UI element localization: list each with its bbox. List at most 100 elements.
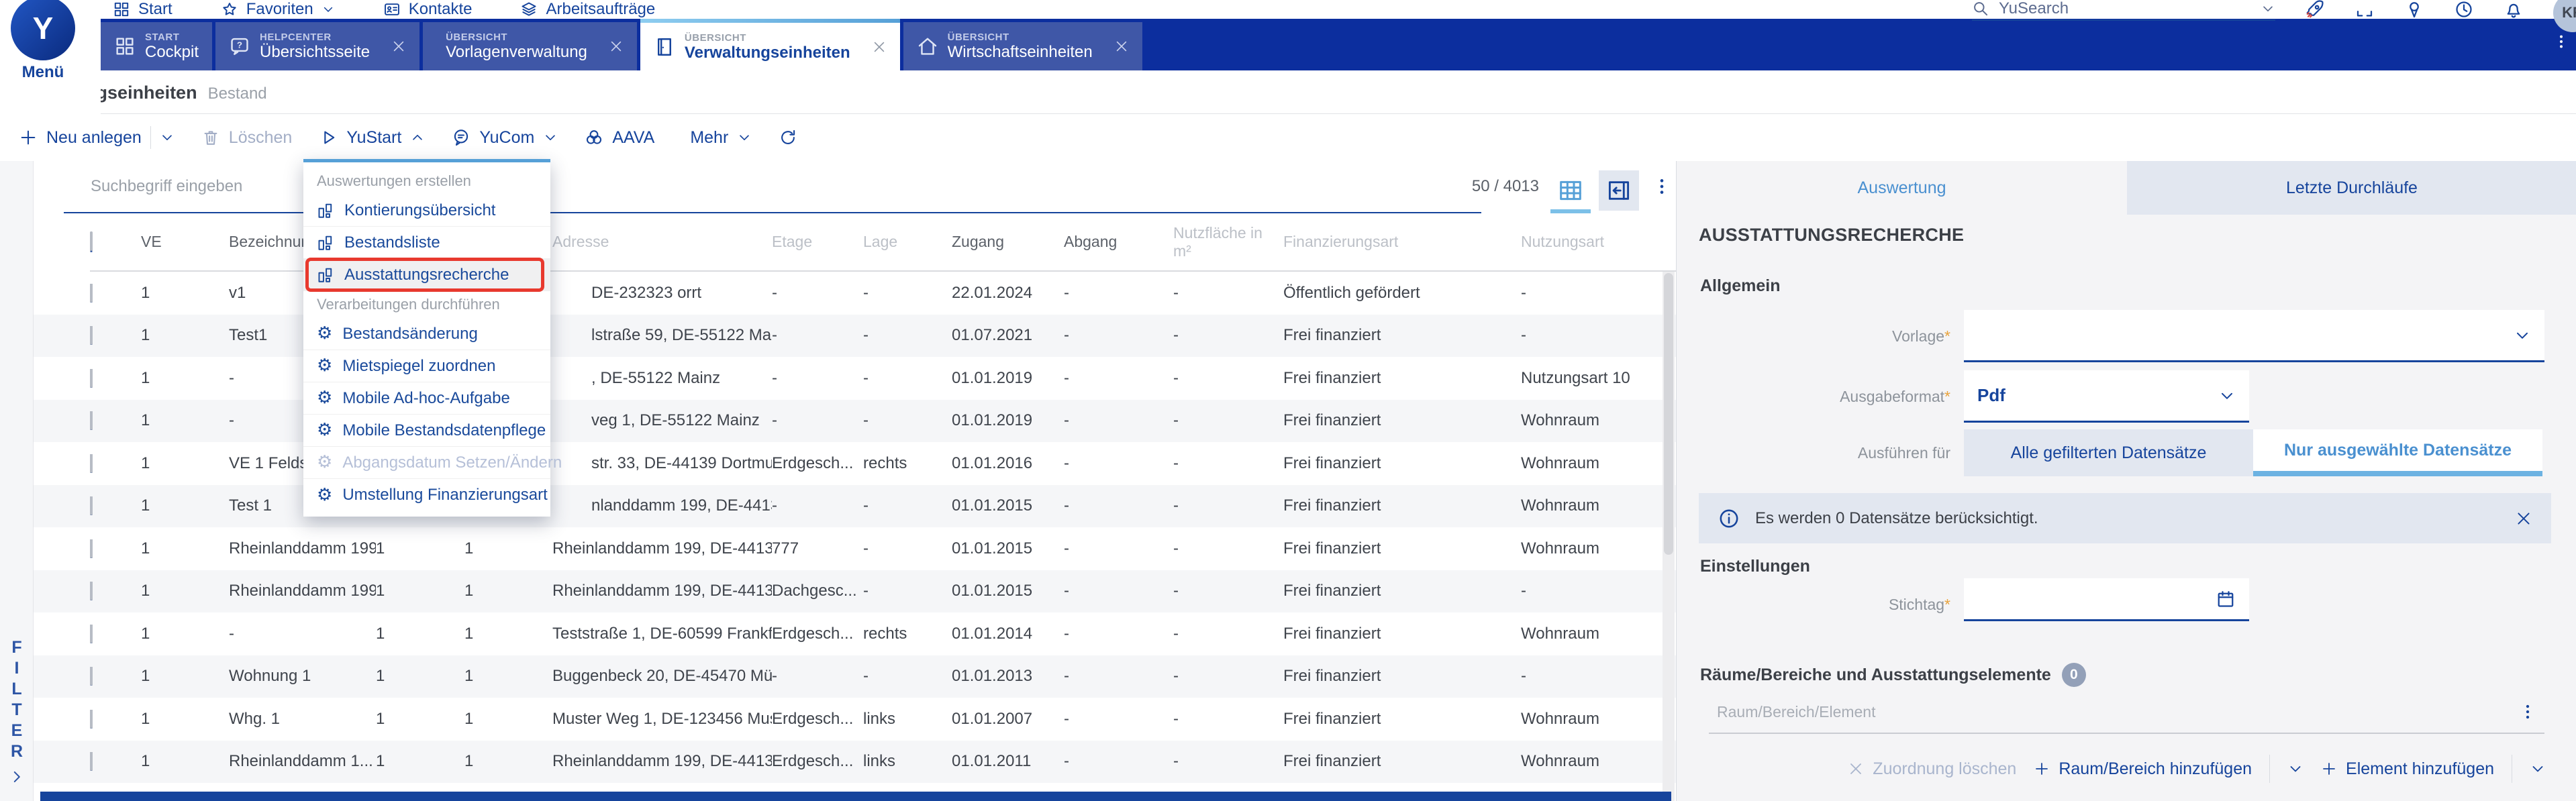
select-all-checkbox[interactable] <box>90 231 93 252</box>
close-icon[interactable] <box>2515 510 2532 527</box>
toolbar-yucom-button[interactable]: YuCom <box>452 128 558 148</box>
row-checkbox[interactable] <box>90 283 93 303</box>
table-row[interactable]: 1 Whg. 1 1 1 Muster Weg 1, DE-123456 Mus... E… <box>34 698 1691 741</box>
menu-item-mobile-bestandsdatenpflege[interactable]: ⚙ Mobile Bestandsdatenpflege <box>303 415 550 447</box>
chevron-down-icon[interactable] <box>2287 761 2303 777</box>
panel-view-toggle[interactable] <box>1599 170 1639 211</box>
frame-corners-icon[interactable] <box>2355 0 2375 19</box>
app-logo[interactable]: Y <box>11 0 75 60</box>
row-checkbox[interactable] <box>90 582 93 601</box>
cell: 1 <box>141 368 150 387</box>
column-header[interactable]: Lage <box>863 233 952 251</box>
row-checkbox[interactable] <box>90 368 93 388</box>
menu-item-ausstattungsrecherche[interactable]: Ausstattungsrecherche <box>303 258 550 292</box>
table-row[interactable]: 1- veg 1, DE-55122 Mainz - -01.01.2019- - Fre… <box>34 399 1691 442</box>
row-checkbox[interactable] <box>90 709 93 729</box>
column-header[interactable]: Etage <box>772 233 863 251</box>
table-search-input[interactable]: Suchbegriff eingeben <box>91 177 242 196</box>
table-row[interactable]: 1Test 1nlanddamm 199, DE-4413...--01.01.… <box>34 484 1691 527</box>
tab-wirtschaftseinheiten[interactable]: ÜBERSICHT Wirtschaftseinheiten <box>903 22 1142 70</box>
cell: - <box>1173 326 1179 345</box>
column-header[interactable]: VE <box>141 233 229 251</box>
rocket-icon[interactable] <box>2305 0 2325 19</box>
column-header[interactable]: Zugang <box>952 233 1064 251</box>
top-menu-item-start[interactable]: Start <box>113 0 172 19</box>
menu-item-bestandsliste[interactable]: Bestandsliste <box>303 227 550 259</box>
toolbar-löschen-button[interactable]: Löschen <box>201 128 292 148</box>
segment-option-1[interactable]: Nur ausgewählte Datensätze <box>2253 429 2542 476</box>
row-checkbox[interactable] <box>90 411 93 431</box>
kebab-menu-icon[interactable] <box>2519 703 2536 720</box>
row-checkbox[interactable] <box>90 624 93 643</box>
top-menu-item-arbeitsaufträge[interactable]: Arbeitsaufträge <box>520 0 655 19</box>
main-menu-label[interactable]: Menü <box>0 63 86 82</box>
tab-vorlagenverwaltung[interactable]: ÜBERSICHT Vorlagenverwaltung <box>423 22 637 70</box>
location-pin-icon[interactable] <box>2404 0 2424 19</box>
top-menu-item-kontakte[interactable]: Kontakte <box>383 0 472 19</box>
table-row[interactable]: 1-, DE-55122 Mainz - -01.01.2019- - Frei fin… <box>34 357 1691 400</box>
top-menu-item-favoriten[interactable]: Favoriten <box>221 0 335 19</box>
stichtag-date-input[interactable] <box>1964 578 2249 621</box>
filter-rail[interactable]: FILTER <box>0 161 34 801</box>
ausgabeformat-select[interactable]: Pdf <box>1964 370 2249 423</box>
close-icon[interactable] <box>872 40 887 54</box>
table-row[interactable]: 1 Wohnung 1 1 1 Buggenbeck 20, DE-45470 Mül.… <box>34 655 1691 698</box>
table-row[interactable]: 1 Rheinlanddamm 199 1 1 Rheinlanddamm 199, D… <box>34 570 1691 612</box>
tab-letzte-durchlaeufe[interactable]: Letzte Durchläufe <box>2127 161 2576 215</box>
action-raum-bereich-hinzufügen[interactable]: Raum/Bereich hinzufügen <box>2034 759 2252 779</box>
table-row[interactable]: 1 Test1 lstraße 59, DE-55122 Mainz - -01.07.… <box>34 314 1691 357</box>
toolbar-yustart-button[interactable]: YuStart <box>319 128 425 148</box>
horizontal-scrollbar[interactable] <box>40 792 1671 801</box>
row-checkbox[interactable] <box>90 667 93 686</box>
menu-item-umstellung-finanzierungsart[interactable]: ⚙ Umstellung Finanzierungsart <box>303 479 550 511</box>
tab-übersichtsseite[interactable]: ? HELPCENTER Übersichtsseite <box>215 22 420 70</box>
table-row[interactable]: 1 Rheinlanddamm 199 1 1 Rheinlanddamm 199, D… <box>34 527 1691 570</box>
toolbar-refresh-button[interactable] <box>779 128 797 147</box>
column-header[interactable]: Adresse <box>552 233 772 251</box>
tab-cockpit[interactable]: START Cockpit <box>101 22 213 70</box>
clock-icon[interactable] <box>2454 0 2474 19</box>
table-row[interactable]: 1 Rheinlanddamm 1... 1 1 Rheinlanddamm 199, … <box>34 740 1691 783</box>
table-row[interactable]: 1 VE 1 Feldstr. str. 33, DE-44139 Dortmund… <box>34 442 1691 485</box>
segment-option-0[interactable]: Alle gefilterten Datensätze <box>1964 429 2253 476</box>
cell: Wohnung 1 <box>229 667 311 686</box>
row-checkbox[interactable] <box>90 453 93 473</box>
toolbar-neu-anlegen-button[interactable]: Neu anlegen <box>19 126 175 149</box>
table-row[interactable]: 1 v1 DE-232323 orrt - -22.01.2024- - Öffentlic… <box>34 272 1691 315</box>
raum-bereich-element-input[interactable]: Raum/Bereich/Element <box>1709 691 2544 734</box>
table-options-icon[interactable] <box>1652 177 1671 196</box>
grid-view-toggle[interactable] <box>1549 173 1592 213</box>
row-checkbox[interactable] <box>90 326 93 345</box>
close-icon[interactable] <box>609 39 624 54</box>
global-search-input[interactable]: YuSearch <box>1972 0 2275 21</box>
cell: Rheinlanddamm 199, DE-4413... <box>552 539 772 557</box>
calendar-icon[interactable] <box>2216 589 2236 609</box>
column-header[interactable]: Finanzierungsart <box>1283 233 1521 251</box>
action-element-hinzufügen[interactable]: Element hinzufügen <box>2321 759 2494 779</box>
tab-overflow-menu-icon[interactable] <box>2553 34 2569 50</box>
chevron-down-icon[interactable] <box>2261 1 2275 16</box>
row-checkbox[interactable] <box>90 496 93 516</box>
chevron-down-icon[interactable] <box>160 130 175 145</box>
row-checkbox[interactable] <box>90 752 93 771</box>
vertical-scrollbar[interactable] <box>1663 272 1675 801</box>
toolbar-aava-button[interactable]: AAVA <box>585 128 654 148</box>
table-row[interactable]: 1 - 1 1 Teststraße 1, DE-60599 Frankf... Erdg… <box>34 612 1691 655</box>
column-header[interactable]: Abgang <box>1064 233 1173 251</box>
chevron-down-icon[interactable] <box>2530 761 2546 777</box>
close-icon[interactable] <box>391 39 406 54</box>
toolbar-mehr-button[interactable]: Mehr <box>681 128 752 148</box>
menu-item-kontierungsübersicht[interactable]: Kontierungsübersicht <box>303 195 550 227</box>
menu-item-mietspiegel-zuordnen[interactable]: ⚙ Mietspiegel zuordnen <box>303 350 550 382</box>
row-checkbox[interactable] <box>90 539 93 558</box>
menu-item-mobile-ad-hoc-aufgabe[interactable]: ⚙ Mobile Ad-hoc-Aufgabe <box>303 382 550 415</box>
menu-item-bestandsänderung[interactable]: ⚙ Bestandsänderung <box>303 318 550 350</box>
bell-icon[interactable] <box>2504 0 2524 19</box>
tab-verwaltungseinheiten[interactable]: ÜBERSICHT Verwaltungseinheiten <box>640 19 900 70</box>
tab-auswertung[interactable]: Auswertung <box>1677 161 2127 215</box>
column-header[interactable]: Nutzfläche in m² <box>1173 224 1283 260</box>
close-icon[interactable] <box>1114 39 1129 54</box>
vorlage-select[interactable] <box>1964 310 2544 362</box>
column-header[interactable]: Nutzungsart <box>1521 233 1691 251</box>
chevron-right-icon[interactable] <box>8 768 26 786</box>
